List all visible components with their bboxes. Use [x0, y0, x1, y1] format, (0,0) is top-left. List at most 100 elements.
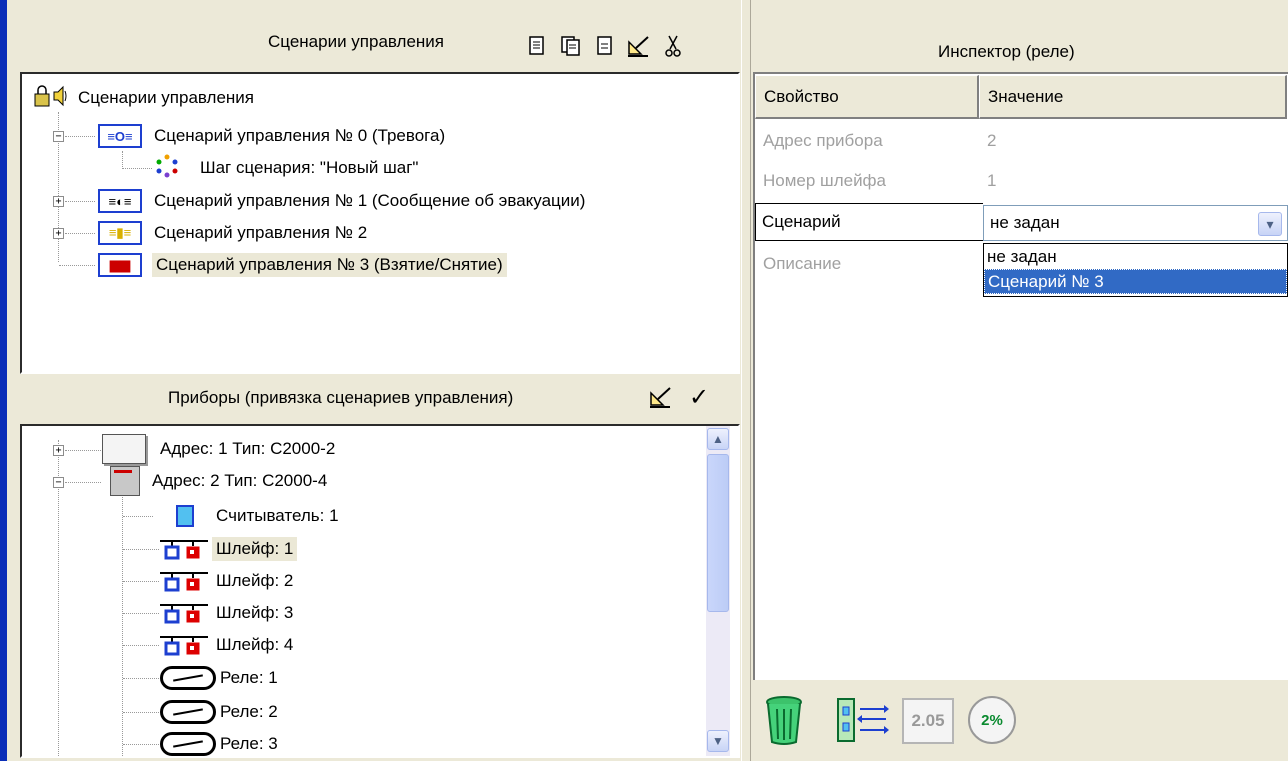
scenarios-tree: Сценарии управления − ≡O≡ Сценарий управ… — [20, 72, 740, 374]
tree-line — [59, 265, 95, 266]
percent-label: 2% — [981, 711, 1003, 729]
tree-item-label: Шаг сценария: "Новый шаг" — [200, 158, 419, 177]
scenario-icon: ▆▆ — [98, 253, 142, 277]
new-doc-icon[interactable] — [524, 33, 550, 59]
tree-root-label: Сценарии управления — [78, 88, 255, 107]
chevron-down-icon[interactable]: ▾ — [1258, 212, 1282, 236]
device-s2000-2-icon — [102, 434, 146, 464]
tree-item-step[interactable]: Шаг сценария: "Новый шаг" — [154, 153, 418, 183]
step-icon — [154, 153, 180, 184]
relay-icon — [160, 700, 216, 724]
tree-item-scenario-1[interactable]: ≡◐≡ Сценарий управления № 1 (Сообщение о… — [98, 186, 585, 216]
tree-line — [123, 712, 159, 713]
device-item[interactable]: Считыватель: 1 — [154, 501, 339, 531]
scenarios-header: Сценарии управления — [268, 32, 444, 52]
expander-minus[interactable]: − — [53, 477, 64, 488]
tree-line — [123, 744, 159, 745]
tree-line — [65, 233, 95, 234]
device-item[interactable]: Шлейф: 3 — [160, 598, 293, 628]
tree-line — [123, 613, 159, 614]
loop-icon — [160, 538, 208, 560]
loop-icon — [160, 602, 208, 624]
tree-item-label: Сценарий управления № 2 — [154, 223, 368, 242]
dropdown-option[interactable]: не задан — [984, 244, 1287, 269]
tree-line — [65, 450, 101, 451]
devices-tree: + Адрес: 1 Тип: С2000-2 − Адрес: 2 Тип: … — [20, 424, 740, 758]
tree-item-scenario-0[interactable]: ≡O≡ Сценарий управления № 0 (Тревога) — [98, 121, 445, 151]
expander-plus[interactable]: + — [53, 228, 64, 239]
device-item[interactable]: Реле: 2 — [160, 697, 278, 727]
tree-line — [122, 478, 123, 756]
trash-icon[interactable] — [764, 694, 804, 751]
device-label: Адрес: 1 Тип: С2000-2 — [160, 439, 336, 458]
inspector-grid — [753, 72, 1288, 680]
cut-icon[interactable] — [660, 33, 686, 59]
tree-item-label: Сценарий управления № 3 (Взятие/Снятие) — [152, 253, 507, 277]
tree-item-scenario-2[interactable]: ≡▮≡ Сценарий управления № 2 — [98, 218, 367, 248]
window-edge — [0, 0, 7, 761]
inspector-grid-header: Свойство Значение — [755, 75, 1287, 119]
prop-row-loop-number[interactable]: Номер шлейфа 1 — [763, 168, 996, 194]
device-item[interactable]: Шлейф: 2 — [160, 566, 293, 596]
scenario-icon: ≡◐≡ — [98, 189, 142, 213]
check-icon[interactable]: ✓ — [686, 384, 712, 411]
device-label: Шлейф: 4 — [216, 635, 294, 654]
tree-line — [122, 151, 123, 167]
device-label: Шлейф: 3 — [216, 603, 294, 622]
scenario-dropdown-list: не задан Сценарий № 3 — [983, 243, 1288, 297]
col-property-header[interactable]: Свойство — [755, 75, 979, 119]
scroll-thumb[interactable] — [707, 454, 729, 612]
tree-line — [123, 516, 153, 517]
device-transfer-icon[interactable] — [832, 697, 892, 748]
doc-icon[interactable] — [592, 33, 618, 59]
prop-row-address[interactable]: Адрес прибора 2 — [763, 128, 996, 154]
relay-icon — [160, 732, 216, 756]
tree-item-scenario-3[interactable]: ▆▆ Сценарий управления № 3 (Взятие/Сняти… — [98, 250, 507, 280]
scenario-select[interactable]: не задан ▾ — [983, 205, 1288, 241]
scenarios-title: Сценарии управления — [268, 32, 445, 51]
device-label: Адрес: 2 Тип: С2000-4 — [152, 471, 328, 490]
device-item[interactable]: Адрес: 2 Тип: С2000-4 — [102, 466, 327, 496]
version-icon[interactable]: 2.05 — [902, 698, 954, 744]
prop-name: Номер шлейфа — [763, 171, 887, 190]
edit-icon[interactable] — [648, 384, 674, 410]
device-item[interactable]: Адрес: 1 Тип: С2000-2 — [102, 434, 335, 464]
device-item[interactable]: Реле: 3 — [160, 729, 278, 756]
relay-icon — [160, 666, 216, 690]
tree-line — [123, 678, 159, 679]
prop-row-description[interactable]: Описание — [763, 251, 987, 277]
device-label: Реле: 3 — [220, 734, 278, 753]
inspector-title: Инспектор (реле) — [938, 42, 1075, 61]
scenario-icon: ≡O≡ — [98, 124, 142, 148]
version-label: 2.05 — [911, 711, 945, 730]
prop-row-scenario-name[interactable]: Сценарий — [755, 203, 983, 241]
prop-name: Описание — [763, 254, 842, 273]
scroll-down-button[interactable]: ▼ — [707, 730, 729, 752]
panel-splitter[interactable] — [741, 0, 751, 761]
tree-line — [65, 201, 95, 202]
tree-item-label: Сценарий управления № 0 (Тревога) — [154, 126, 446, 145]
device-label: Считыватель: 1 — [216, 506, 339, 525]
device-item[interactable]: Шлейф: 1 — [160, 534, 298, 564]
tree-item-label: Сценарий управления № 1 (Сообщение об эв… — [154, 191, 586, 210]
scenario-select-value: не задан — [990, 213, 1060, 232]
prop-name: Сценарий — [762, 212, 841, 231]
devices-title: Приборы (привязка сценариев управления) — [168, 388, 514, 407]
dropdown-option-selected[interactable]: Сценарий № 3 — [984, 269, 1287, 294]
expander-minus[interactable]: − — [53, 131, 64, 142]
prop-value: 1 — [987, 171, 997, 190]
devices-scrollbar[interactable]: ▲ ▼ — [706, 426, 730, 756]
expander-plus[interactable]: + — [53, 445, 64, 456]
device-item[interactable]: Реле: 1 — [160, 663, 278, 693]
tree-line — [123, 581, 159, 582]
tree-line — [123, 645, 159, 646]
expander-plus[interactable]: + — [53, 196, 64, 207]
edit-icon[interactable] — [626, 33, 652, 59]
tree-root[interactable]: Сценарии управления — [32, 83, 254, 113]
copy-doc-icon[interactable] — [558, 33, 584, 59]
col-value-header[interactable]: Значение — [979, 75, 1287, 119]
progress-icon[interactable]: 2% — [968, 696, 1016, 744]
device-item[interactable]: Шлейф: 4 — [160, 630, 293, 660]
loop-icon — [160, 634, 208, 656]
scroll-up-button[interactable]: ▲ — [707, 428, 729, 450]
